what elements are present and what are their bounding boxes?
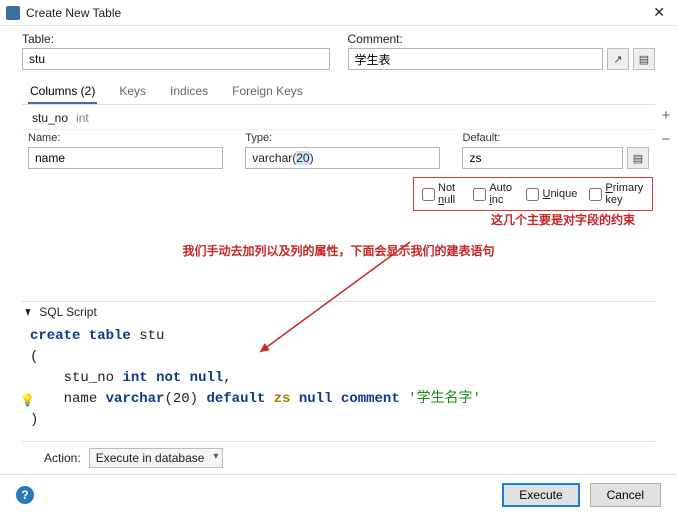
- action-dropdown[interactable]: Execute in database: [89, 448, 224, 468]
- bulb-icon[interactable]: 💡: [20, 392, 35, 410]
- sql-editor[interactable]: 💡 create table stu ( stu_no int not null…: [22, 322, 655, 442]
- close-icon[interactable]: ✕: [647, 4, 671, 21]
- help-icon[interactable]: ?: [16, 486, 34, 504]
- unique-checkbox[interactable]: Unique: [526, 182, 577, 206]
- execute-button[interactable]: Execute: [502, 483, 579, 507]
- autoinc-checkbox[interactable]: Auto inc: [473, 182, 514, 206]
- annotation-constraints: 这几个主要是对字段的约束: [22, 211, 635, 228]
- prop-name-input[interactable]: [28, 147, 223, 169]
- notnull-checkbox[interactable]: Not null: [422, 182, 461, 206]
- tab-keys[interactable]: Keys: [117, 80, 148, 104]
- prop-default-input[interactable]: [462, 147, 623, 169]
- constraint-box: Not null Auto inc Unique Primary key: [413, 177, 653, 211]
- comment-input[interactable]: [348, 48, 604, 70]
- tab-foreign-keys[interactable]: Foreign Keys: [230, 80, 305, 104]
- column-type: int: [76, 111, 89, 125]
- prop-default-label: Default:: [462, 132, 649, 144]
- default-menu-button[interactable]: ▤: [627, 147, 649, 169]
- primarykey-checkbox[interactable]: Primary key: [589, 182, 644, 206]
- prop-type-input[interactable]: varchar(20): [245, 147, 440, 169]
- prop-type-label: Type:: [245, 132, 450, 144]
- annotation-manual: 我们手动去加列以及列的属性，下面会显示我们的建表语句: [22, 242, 655, 259]
- column-row[interactable]: stu_no int: [26, 109, 655, 127]
- tab-indices[interactable]: Indices: [168, 80, 210, 104]
- prop-name-label: Name:: [28, 132, 233, 144]
- cancel-button[interactable]: Cancel: [590, 483, 661, 507]
- comment-menu-button[interactable]: ▤: [633, 48, 655, 70]
- action-label: Action:: [44, 451, 81, 465]
- sql-script-toggle[interactable]: ▼ SQL Script: [22, 301, 655, 322]
- add-column-button[interactable]: +: [657, 107, 675, 125]
- app-icon: [6, 6, 20, 20]
- window-title: Create New Table: [26, 6, 647, 20]
- comment-label: Comment:: [348, 32, 656, 46]
- column-name: stu_no: [32, 111, 68, 125]
- tab-columns[interactable]: Columns (2): [28, 80, 97, 104]
- expand-icon[interactable]: ↗: [607, 48, 629, 70]
- table-name-input[interactable]: [22, 48, 330, 70]
- table-label: Table:: [22, 32, 330, 46]
- remove-column-button[interactable]: −: [657, 131, 675, 149]
